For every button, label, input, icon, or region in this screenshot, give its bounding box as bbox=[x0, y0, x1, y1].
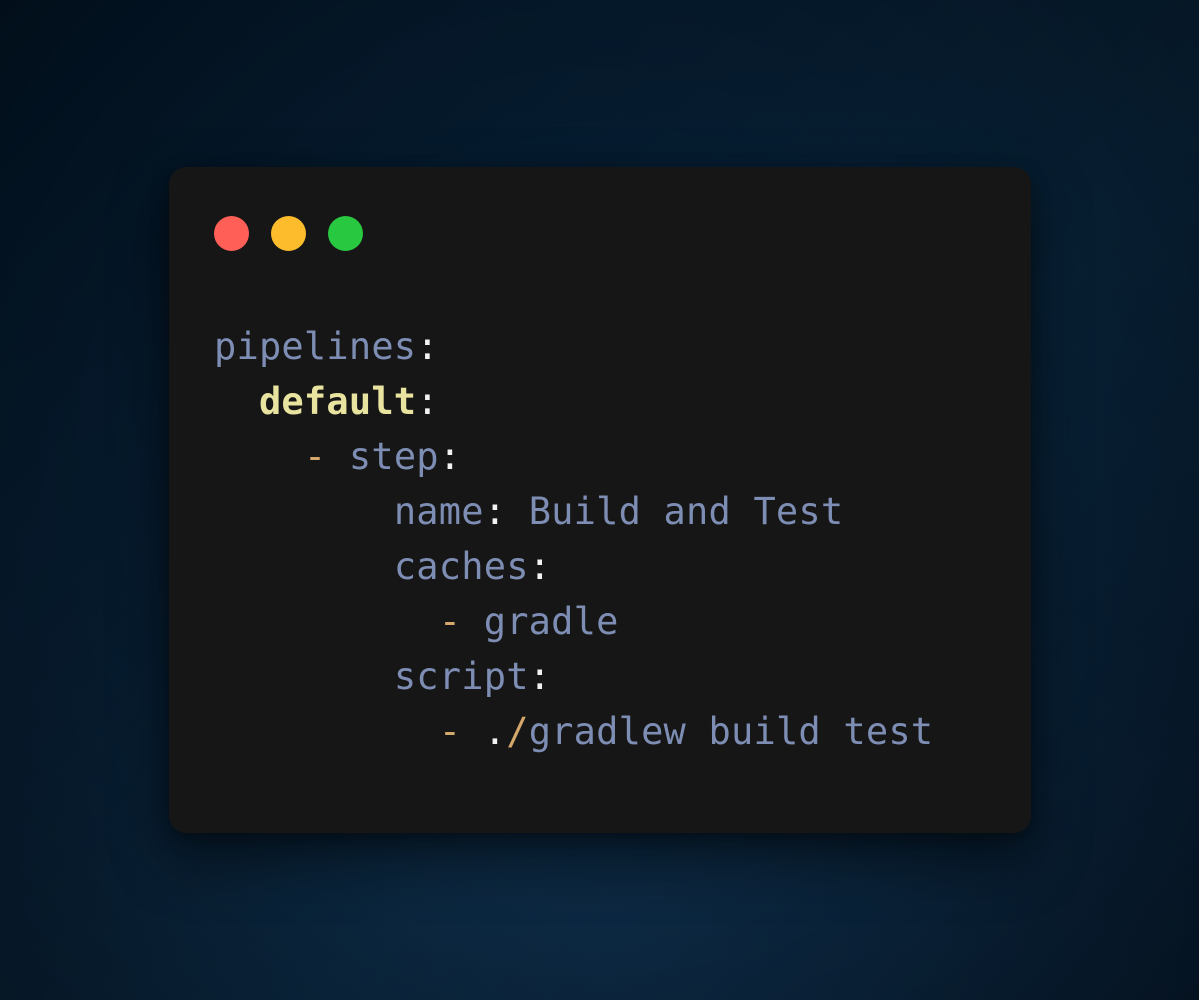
code-line: default: bbox=[214, 380, 439, 423]
code-token-punct: : bbox=[528, 655, 552, 698]
code-line: script: bbox=[214, 655, 551, 698]
code-line: caches: bbox=[214, 545, 551, 588]
traffic-light-minimize-icon[interactable] bbox=[271, 216, 306, 251]
code-token-key: script bbox=[393, 655, 529, 698]
code-token-punct: : bbox=[416, 380, 439, 423]
code-token-dash: - bbox=[438, 710, 462, 753]
code-line: pipelines: bbox=[214, 325, 439, 368]
code-token-anchor: default bbox=[258, 380, 417, 423]
window-titlebar bbox=[214, 216, 363, 251]
code-line: - gradle bbox=[214, 600, 619, 643]
code-token-key: caches bbox=[393, 545, 529, 588]
code-snippet-card: pipelines: default: - step: name: Build … bbox=[169, 167, 1031, 833]
code-line: name: Build and Test bbox=[214, 490, 843, 533]
code-token-key: pipelines bbox=[214, 325, 417, 368]
code-token-punct: . bbox=[483, 710, 507, 753]
code-token-value: gradle bbox=[483, 600, 619, 643]
code-token-dash: - bbox=[438, 600, 462, 643]
code-token-key: step bbox=[348, 435, 439, 478]
code-token-punct: : bbox=[528, 545, 552, 588]
traffic-light-maximize-icon[interactable] bbox=[328, 216, 363, 251]
traffic-light-close-icon[interactable] bbox=[214, 216, 249, 251]
code-token-punct: : bbox=[438, 435, 462, 478]
code-token-punct: : bbox=[483, 490, 507, 533]
code-token-value: gradlew build test bbox=[528, 710, 934, 753]
code-token-dash: - bbox=[303, 435, 327, 478]
code-token-key: name bbox=[393, 490, 484, 533]
code-token-punct: : bbox=[416, 325, 439, 368]
code-line: - step: bbox=[214, 435, 461, 478]
yaml-code-block: pipelines: default: - step: name: Build … bbox=[214, 319, 1031, 759]
code-token-value: Build and Test bbox=[528, 490, 844, 533]
code-token-slash: / bbox=[506, 710, 529, 753]
code-line: - ./gradlew build test bbox=[214, 710, 933, 753]
